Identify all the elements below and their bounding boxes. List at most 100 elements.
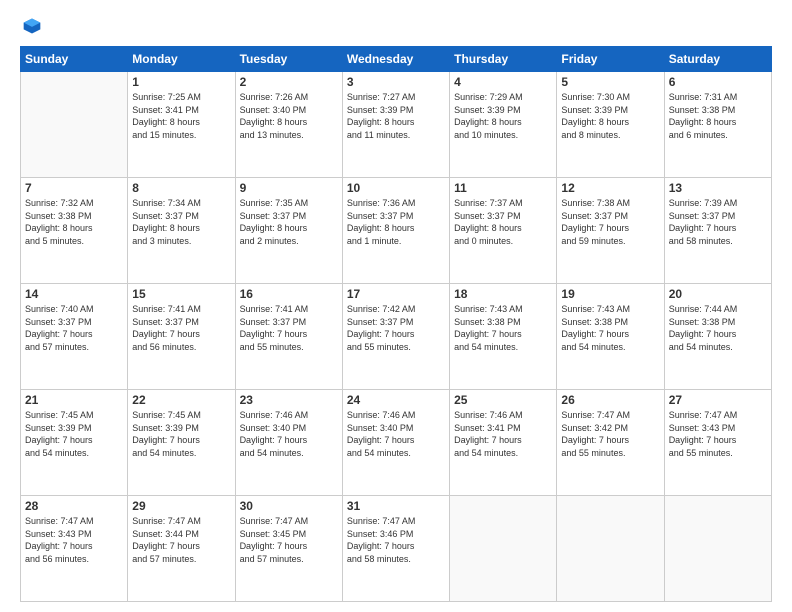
cell-info: and 15 minutes.: [132, 129, 230, 142]
cell-info: Daylight: 8 hours: [240, 222, 338, 235]
calendar-cell: 23Sunrise: 7:46 AMSunset: 3:40 PMDayligh…: [235, 390, 342, 496]
calendar-cell: 13Sunrise: 7:39 AMSunset: 3:37 PMDayligh…: [664, 178, 771, 284]
cell-info: Daylight: 7 hours: [669, 222, 767, 235]
day-number: 27: [669, 393, 767, 407]
calendar-cell: 19Sunrise: 7:43 AMSunset: 3:38 PMDayligh…: [557, 284, 664, 390]
cell-info: and 11 minutes.: [347, 129, 445, 142]
cell-info: Sunset: 3:38 PM: [669, 104, 767, 117]
day-number: 25: [454, 393, 552, 407]
cell-info: Daylight: 7 hours: [347, 540, 445, 553]
calendar-cell: [21, 72, 128, 178]
calendar-cell: [450, 496, 557, 602]
cell-info: Sunrise: 7:27 AM: [347, 91, 445, 104]
cell-info: Sunset: 3:38 PM: [25, 210, 123, 223]
cell-info: Sunrise: 7:47 AM: [669, 409, 767, 422]
cell-info: Daylight: 8 hours: [454, 116, 552, 129]
cell-info: Sunset: 3:39 PM: [132, 422, 230, 435]
page: SundayMondayTuesdayWednesdayThursdayFrid…: [0, 0, 792, 612]
calendar-cell: 30Sunrise: 7:47 AMSunset: 3:45 PMDayligh…: [235, 496, 342, 602]
cell-info: and 55 minutes.: [669, 447, 767, 460]
cell-info: Sunrise: 7:34 AM: [132, 197, 230, 210]
day-number: 4: [454, 75, 552, 89]
calendar-cell: 6Sunrise: 7:31 AMSunset: 3:38 PMDaylight…: [664, 72, 771, 178]
cell-info: and 10 minutes.: [454, 129, 552, 142]
cell-info: and 58 minutes.: [669, 235, 767, 248]
cell-info: Sunset: 3:38 PM: [454, 316, 552, 329]
day-header-monday: Monday: [128, 47, 235, 72]
cell-info: and 57 minutes.: [132, 553, 230, 566]
cell-info: Sunrise: 7:41 AM: [132, 303, 230, 316]
cell-info: Sunrise: 7:43 AM: [561, 303, 659, 316]
day-header-sunday: Sunday: [21, 47, 128, 72]
cell-info: Daylight: 8 hours: [454, 222, 552, 235]
day-number: 31: [347, 499, 445, 513]
day-number: 26: [561, 393, 659, 407]
cell-info: and 6 minutes.: [669, 129, 767, 142]
cell-info: Daylight: 7 hours: [240, 540, 338, 553]
cell-info: Daylight: 7 hours: [347, 434, 445, 447]
cell-info: Sunrise: 7:40 AM: [25, 303, 123, 316]
cell-info: and 56 minutes.: [25, 553, 123, 566]
cell-info: Sunset: 3:40 PM: [240, 104, 338, 117]
calendar-cell: 20Sunrise: 7:44 AMSunset: 3:38 PMDayligh…: [664, 284, 771, 390]
cell-info: Sunset: 3:37 PM: [132, 316, 230, 329]
calendar-cell: 18Sunrise: 7:43 AMSunset: 3:38 PMDayligh…: [450, 284, 557, 390]
cell-info: and 55 minutes.: [561, 447, 659, 460]
cell-info: Daylight: 8 hours: [25, 222, 123, 235]
cell-info: Sunset: 3:45 PM: [240, 528, 338, 541]
cell-info: Sunrise: 7:46 AM: [240, 409, 338, 422]
cell-info: Sunset: 3:38 PM: [669, 316, 767, 329]
cell-info: and 54 minutes.: [25, 447, 123, 460]
cell-info: and 58 minutes.: [347, 553, 445, 566]
day-number: 9: [240, 181, 338, 195]
cell-info: Sunset: 3:37 PM: [240, 316, 338, 329]
cell-info: Sunset: 3:39 PM: [25, 422, 123, 435]
calendar-cell: 27 Sunrise: 7:47 AMSunset: 3:43 PMDayligh…: [664, 390, 771, 496]
calendar-cell: 25Sunrise: 7:46 AMSunset: 3:41 PMDayligh…: [450, 390, 557, 496]
cell-info: and 54 minutes.: [669, 341, 767, 354]
cell-info: and 1 minute.: [347, 235, 445, 248]
cell-info: and 54 minutes.: [561, 341, 659, 354]
cell-info: and 2 minutes.: [240, 235, 338, 248]
calendar-cell: 15Sunrise: 7:41 AMSunset: 3:37 PMDayligh…: [128, 284, 235, 390]
day-number: 3: [347, 75, 445, 89]
cell-info: Sunset: 3:37 PM: [669, 210, 767, 223]
cell-info: Daylight: 8 hours: [347, 222, 445, 235]
cell-info: Sunrise: 7:29 AM: [454, 91, 552, 104]
cell-info: Sunrise: 7:47 AM: [240, 515, 338, 528]
day-number: 28: [25, 499, 123, 513]
calendar-cell: 31Sunrise: 7:47 AMSunset: 3:46 PMDayligh…: [342, 496, 449, 602]
cell-info: Daylight: 8 hours: [240, 116, 338, 129]
cell-info: Daylight: 8 hours: [669, 116, 767, 129]
day-number: 8: [132, 181, 230, 195]
cell-info: and 54 minutes.: [347, 447, 445, 460]
calendar-cell: 1Sunrise: 7:25 AMSunset: 3:41 PMDaylight…: [128, 72, 235, 178]
calendar-cell: 17Sunrise: 7:42 AMSunset: 3:37 PMDayligh…: [342, 284, 449, 390]
day-header-wednesday: Wednesday: [342, 47, 449, 72]
cell-info: Sunset: 3:39 PM: [347, 104, 445, 117]
cell-info: and 54 minutes.: [240, 447, 338, 460]
day-header-saturday: Saturday: [664, 47, 771, 72]
cell-info: Daylight: 7 hours: [240, 328, 338, 341]
cell-info: Sunrise: 7:47 AM: [561, 409, 659, 422]
cell-info: Daylight: 7 hours: [669, 328, 767, 341]
cell-info: Sunset: 3:43 PM: [669, 422, 767, 435]
cell-info: Sunrise: 7:41 AM: [240, 303, 338, 316]
calendar-cell: 9Sunrise: 7:35 AMSunset: 3:37 PMDaylight…: [235, 178, 342, 284]
cell-info: Daylight: 7 hours: [25, 540, 123, 553]
day-number: 12: [561, 181, 659, 195]
calendar-cell: 7Sunrise: 7:32 AMSunset: 3:38 PMDaylight…: [21, 178, 128, 284]
cell-info: Daylight: 7 hours: [669, 434, 767, 447]
cell-info: and 57 minutes.: [240, 553, 338, 566]
cell-info: Sunrise: 7:35 AM: [240, 197, 338, 210]
cell-info: Sunrise: 7:43 AM: [454, 303, 552, 316]
cell-info: and 54 minutes.: [454, 447, 552, 460]
calendar-cell: 22Sunrise: 7:45 AMSunset: 3:39 PMDayligh…: [128, 390, 235, 496]
day-number: 14: [25, 287, 123, 301]
cell-info: and 13 minutes.: [240, 129, 338, 142]
calendar-cell: 29Sunrise: 7:47 AMSunset: 3:44 PMDayligh…: [128, 496, 235, 602]
day-header-thursday: Thursday: [450, 47, 557, 72]
day-number: 24: [347, 393, 445, 407]
cell-info: and 0 minutes.: [454, 235, 552, 248]
cell-info: Daylight: 7 hours: [454, 434, 552, 447]
